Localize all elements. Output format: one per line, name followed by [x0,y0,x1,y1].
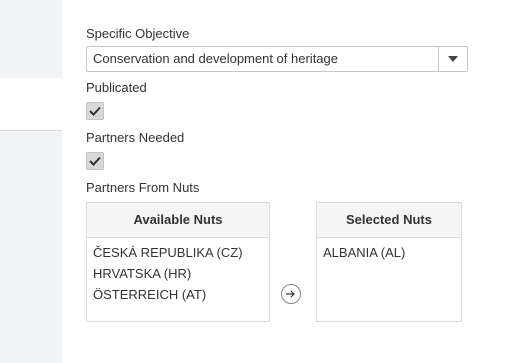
publicated-label: Publicated [86,80,147,95]
specific-objective-label: Specific Objective [86,26,190,41]
available-nuts-header: Available Nuts [87,203,269,238]
partners-needed-checkbox[interactable] [86,152,104,170]
dropdown-toggle[interactable] [438,47,467,71]
selected-nuts-items: ALBANIA (AL) [317,238,461,263]
specific-objective-select[interactable]: Conservation and development of heritage [86,46,468,72]
available-nuts-list[interactable]: Available Nuts ČESKÁ REPUBLIKA (CZ) HRVA… [86,202,270,322]
list-item[interactable]: ČESKÁ REPUBLIKA (CZ) [93,242,269,263]
partners-from-nuts-label: Partners From Nuts [86,180,200,195]
list-item[interactable]: ALBANIA (AL) [323,242,461,263]
list-item[interactable]: HRVATSKA (HR) [93,263,269,284]
chevron-down-icon [448,56,458,62]
partners-needed-label: Partners Needed [86,130,185,145]
nuts-picker: Available Nuts ČESKÁ REPUBLIKA (CZ) HRVA… [86,202,486,322]
available-nuts-items: ČESKÁ REPUBLIKA (CZ) HRVATSKA (HR) ÖSTER… [87,238,269,305]
left-background [0,0,62,363]
selected-nuts-list[interactable]: Selected Nuts ALBANIA (AL) [316,202,462,322]
form-card: Specific Objective Conservation and deve… [62,0,518,363]
form-body: Specific Objective Conservation and deve… [86,24,506,322]
selected-nuts-header: Selected Nuts [317,203,461,238]
arrow-right-circle-icon [286,290,295,298]
publicated-checkbox[interactable] [86,102,104,120]
list-item[interactable]: ÖSTERREICH (AT) [93,284,269,305]
move-right-button[interactable] [281,284,301,304]
left-panel [0,78,62,131]
specific-objective-value: Conservation and development of heritage [93,51,338,66]
checkmark-icon [89,106,101,116]
checkmark-icon [89,156,101,166]
